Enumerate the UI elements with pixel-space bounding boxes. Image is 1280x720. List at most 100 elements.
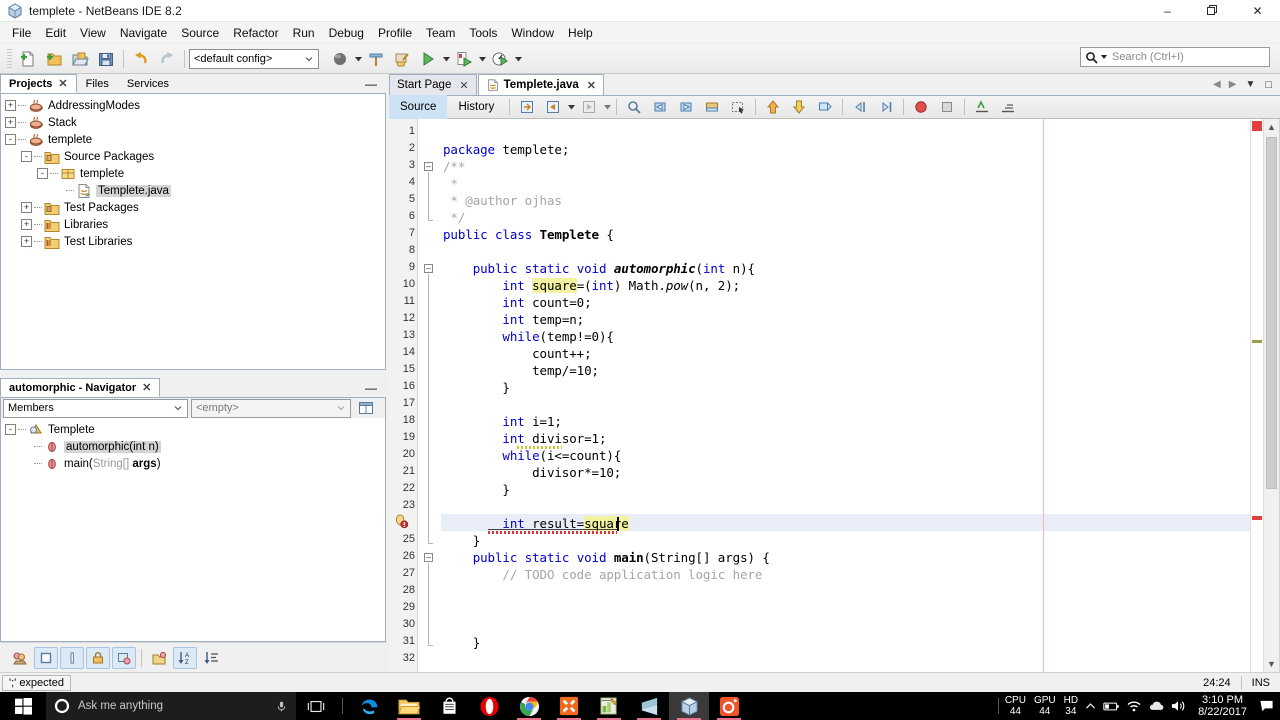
tab-projects-close-icon[interactable]: ✕: [58, 77, 67, 90]
sort-by-source-button[interactable]: [199, 647, 223, 669]
editor-tab-templete-java-close-icon[interactable]: ✕: [587, 79, 596, 92]
taskbar-app-camera[interactable]: [709, 692, 749, 720]
show-package-button[interactable]: [112, 646, 136, 669]
projects-minimize-button[interactable]: —: [356, 74, 386, 93]
project-tree-item-row[interactable]: - templete: [5, 165, 385, 182]
onedrive-icon[interactable]: [1148, 700, 1165, 713]
scroll-down-arrow-icon[interactable]: ▼: [1264, 656, 1279, 672]
next-edit-button[interactable]: [576, 95, 602, 119]
error-stripe[interactable]: [1250, 119, 1263, 672]
scroll-tabs-left-icon[interactable]: ◀: [1210, 79, 1224, 90]
shift-right-button[interactable]: [873, 95, 899, 119]
scroll-up-arrow-icon[interactable]: ▲: [1264, 119, 1279, 135]
tree-collapse-icon[interactable]: -: [37, 168, 48, 179]
build-dropdown-arrow[interactable]: [353, 47, 363, 71]
battery-icon[interactable]: [1103, 700, 1120, 713]
taskbar-app-microsoft-store[interactable]: [429, 692, 469, 720]
run-project-button[interactable]: [415, 47, 441, 71]
scroll-tabs-right-icon[interactable]: ▶: [1226, 79, 1240, 90]
task-view-button[interactable]: [296, 692, 336, 720]
error-stripe-warning-mark[interactable]: [1252, 340, 1262, 343]
navigator-filter-combo[interactable]: <empty>: [191, 398, 351, 418]
menu-source[interactable]: Source: [174, 23, 226, 43]
taskbar-app-netbeans[interactable]: [669, 692, 709, 720]
navigator-tree-item-row[interactable]: - Templete: [5, 421, 385, 438]
editor-tab-start-page-close-icon[interactable]: ✕: [459, 79, 468, 92]
project-tree-item-row[interactable]: Templete.java: [5, 182, 385, 199]
menu-run[interactable]: Run: [286, 23, 322, 43]
projects-tree[interactable]: + AddressingModes + Stack - templete - Source P…: [0, 94, 386, 370]
minimize-button[interactable]: –: [1145, 0, 1190, 22]
toolbar-grip[interactable]: [7, 48, 12, 69]
tree-expand-icon[interactable]: +: [5, 117, 16, 128]
tab-services[interactable]: Services: [118, 74, 178, 93]
search-input[interactable]: Search (Ctrl+I): [1080, 47, 1270, 67]
profile-dropdown-arrow[interactable]: [513, 47, 523, 71]
menu-debug[interactable]: Debug: [322, 23, 371, 43]
maximize-editor-icon[interactable]: □: [1261, 79, 1276, 91]
editor-scroll-thumb[interactable]: [1266, 137, 1277, 489]
navigator-minimize-button[interactable]: —: [356, 378, 386, 397]
toggle-highlight-button[interactable]: [812, 95, 838, 119]
error-stripe-error-mark[interactable]: [1252, 516, 1262, 520]
code-fold-toggle[interactable]: –: [424, 553, 433, 562]
action-center-icon[interactable]: [1259, 699, 1274, 713]
volume-icon[interactable]: [1171, 699, 1186, 713]
editor-vertical-scrollbar[interactable]: ▲ ▼: [1263, 119, 1279, 672]
taskbar-app-chrome[interactable]: [509, 692, 549, 720]
comment-button[interactable]: [969, 95, 995, 119]
project-tree-item-row[interactable]: + AddressingModes: [5, 97, 385, 114]
select-rectangle-button[interactable]: [725, 95, 751, 119]
open-project-button[interactable]: [67, 47, 93, 71]
menu-window[interactable]: Window: [504, 23, 561, 43]
clean-build-all-button[interactable]: [389, 47, 415, 71]
error-annotation-icon[interactable]: [394, 514, 409, 529]
performance-monitor[interactable]: CPU 44 GPU 44 HD 34: [1005, 695, 1078, 717]
menu-team[interactable]: Team: [419, 23, 462, 43]
project-tree-item-row[interactable]: + Test Libraries: [5, 233, 385, 250]
editor-tab-start-page[interactable]: Start Page ✕: [389, 74, 477, 95]
code-content[interactable]: 1 2 package templete; 3/** 4 * 5 * @author oj…: [389, 119, 1279, 672]
profile-project-button[interactable]: [487, 47, 513, 71]
menu-file[interactable]: File: [5, 23, 38, 43]
clean-and-build-button[interactable]: [363, 47, 389, 71]
navigator-scope-combo[interactable]: Members: [3, 398, 188, 418]
filter-inherited-button[interactable]: [8, 647, 32, 669]
tree-expand-icon[interactable]: +: [21, 202, 32, 213]
project-tree-item-row[interactable]: + Libraries: [5, 216, 385, 233]
debug-project-button[interactable]: [451, 47, 477, 71]
previous-bookmark-button[interactable]: [647, 95, 673, 119]
tree-expand-icon[interactable]: +: [21, 236, 32, 247]
next-error-button[interactable]: [786, 95, 812, 119]
uncomment-button[interactable]: [995, 95, 1021, 119]
tab-list-chevron-icon[interactable]: ▼: [1241, 79, 1259, 90]
menu-refactor[interactable]: Refactor: [226, 23, 285, 43]
tree-expand-icon[interactable]: +: [21, 219, 32, 230]
previous-edit-button[interactable]: [540, 95, 566, 119]
show-protected-button[interactable]: [86, 646, 110, 669]
new-file-button[interactable]: [15, 47, 41, 71]
tab-files[interactable]: Files: [77, 74, 118, 93]
taskbar-app-edge[interactable]: [349, 692, 389, 720]
code-fold-toggle[interactable]: –: [424, 162, 433, 171]
last-edit-button[interactable]: [514, 95, 540, 119]
menu-help[interactable]: Help: [561, 23, 600, 43]
project-tree-item-row[interactable]: - Source Packages: [5, 148, 385, 165]
show-fields-button[interactable]: [34, 646, 58, 669]
save-all-button[interactable]: [93, 47, 119, 71]
code-fold-toggle[interactable]: –: [424, 264, 433, 273]
menu-view[interactable]: View: [73, 23, 113, 43]
navigator-tree[interactable]: - Templete automorphic(int n) main(String[]…: [0, 418, 386, 642]
navigator-view-toggle-button[interactable]: [354, 397, 378, 419]
maximize-button[interactable]: [1190, 0, 1235, 22]
tree-collapse-icon[interactable]: -: [5, 134, 16, 145]
history-view-button[interactable]: History: [447, 95, 505, 119]
wifi-icon[interactable]: [1126, 699, 1142, 713]
source-view-button[interactable]: Source: [389, 95, 448, 119]
show-static-button[interactable]: [147, 647, 171, 669]
menu-navigate[interactable]: Navigate: [113, 23, 174, 43]
tree-expand-icon[interactable]: +: [5, 100, 16, 111]
project-tree-item-row[interactable]: + Stack: [5, 114, 385, 131]
show-constructors-button[interactable]: [60, 646, 84, 669]
stop-button[interactable]: [934, 95, 960, 119]
